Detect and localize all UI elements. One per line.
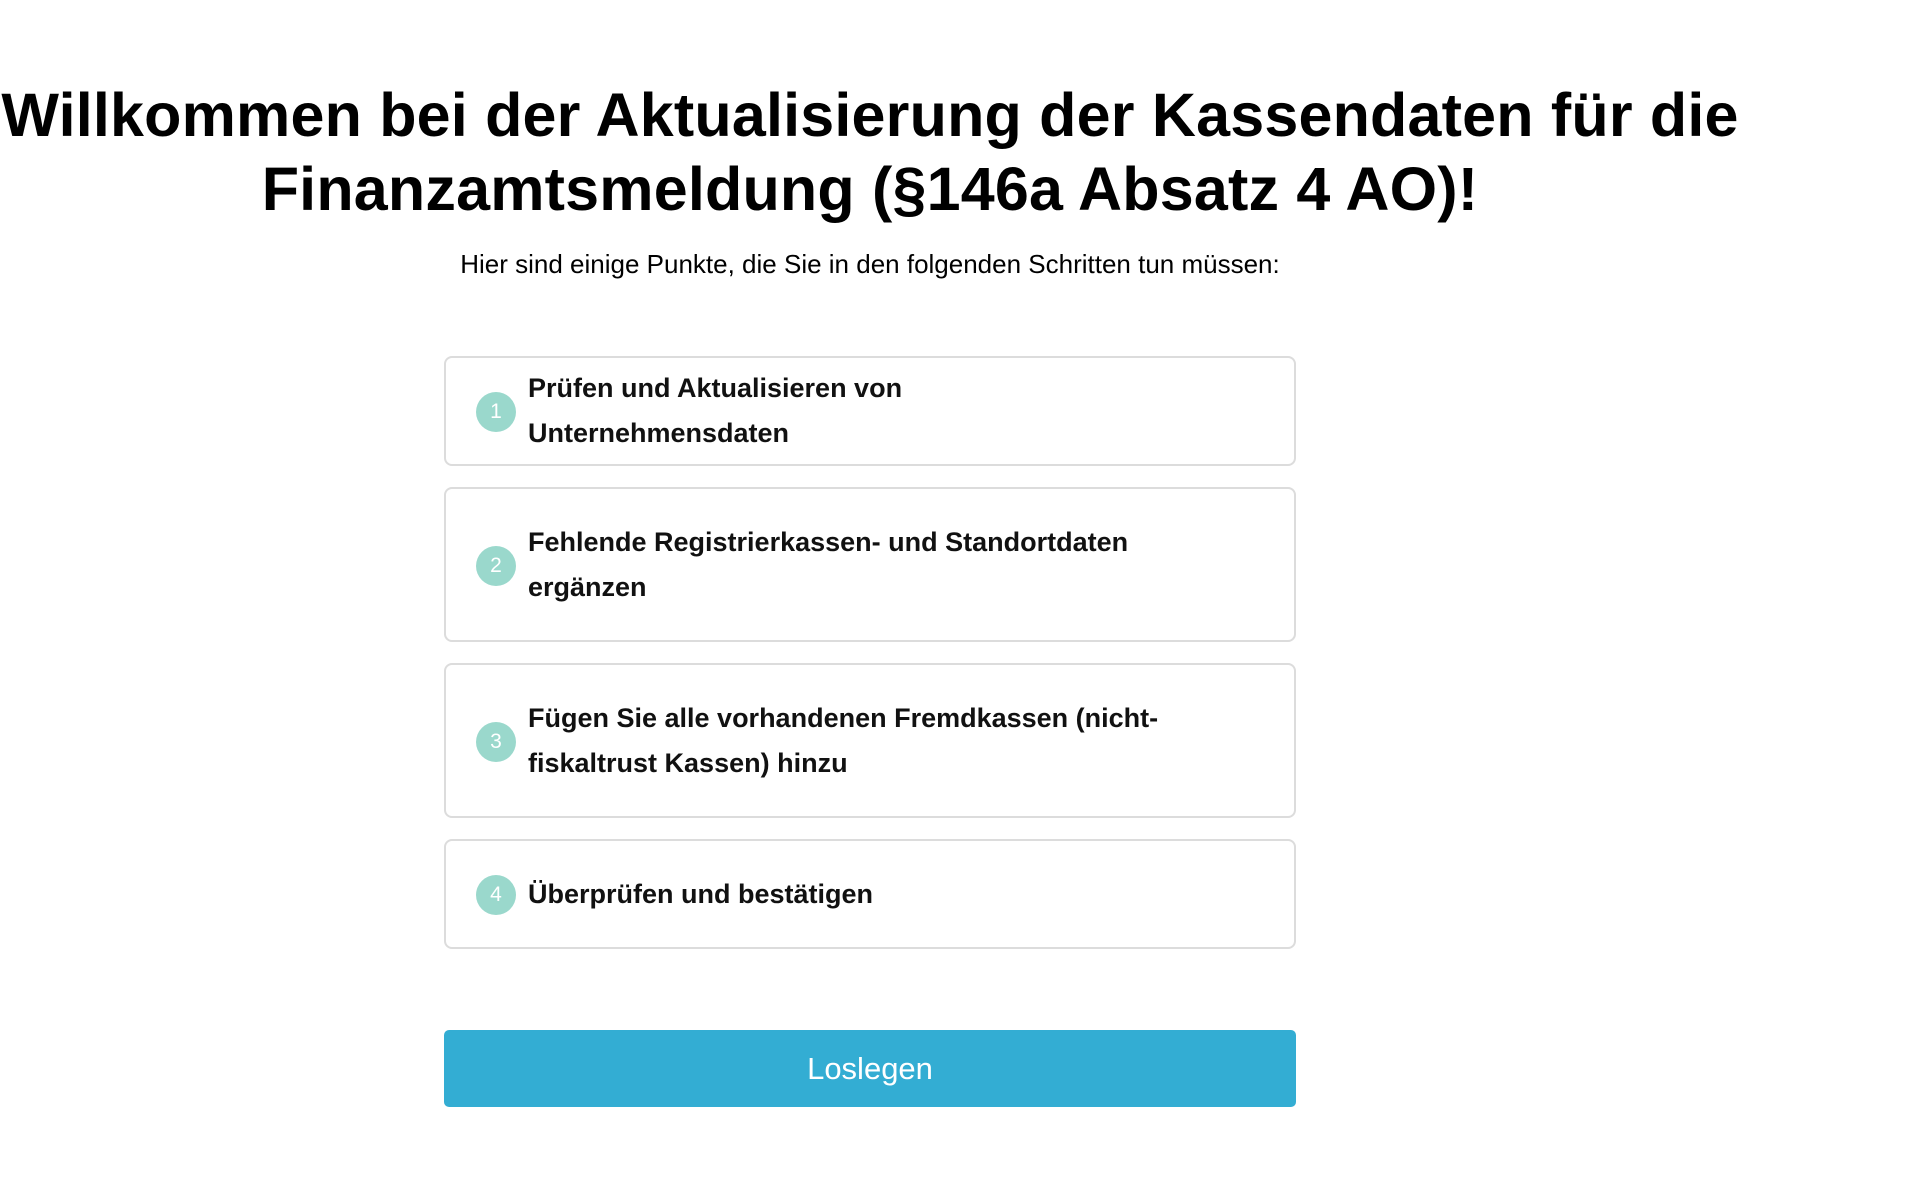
page-title-line-1: Willkommen bei der Aktualisierung der Ka… bbox=[1, 81, 1739, 149]
step-card-3: 3 Fügen Sie alle vorhandenen Fremdkassen… bbox=[444, 663, 1296, 818]
step-label: Prüfen und Aktualisieren von Unternehmen… bbox=[528, 373, 903, 448]
page-title: Willkommen bei der Aktualisierung der Ka… bbox=[0, 78, 1740, 226]
page-title-line-2: Finanzamtsmeldung (§146a Absatz 4 AO)! bbox=[261, 155, 1479, 223]
step-label: Fehlende Registrierkassen- und Standortd… bbox=[528, 526, 1129, 602]
step-label: Fügen Sie alle vorhandenen Fremdkassen (… bbox=[528, 702, 1159, 778]
step-card-1: 1 Prüfen und Aktualisieren von Unternehm… bbox=[444, 356, 1296, 466]
intro-text: Hier sind einige Punkte, die Sie in den … bbox=[460, 249, 1280, 279]
step-number-badge: 2 bbox=[476, 545, 516, 586]
step-number-badge: 4 bbox=[476, 875, 516, 915]
step-label: Überprüfen und bestätigen bbox=[528, 878, 874, 909]
steps-list: 1 Prüfen und Aktualisieren von Unternehm… bbox=[444, 356, 1296, 970]
step-card-4: 4 Überprüfen und bestätigen bbox=[444, 839, 1296, 949]
step-number-badge: 3 bbox=[476, 721, 516, 762]
step-card-2: 2 Fehlende Registrierkassen- und Standor… bbox=[444, 487, 1296, 642]
page: Willkommen bei der Aktualisierung der Ka… bbox=[0, 0, 1932, 1203]
start-button[interactable]: Loslegen bbox=[444, 1030, 1296, 1107]
step-number-badge: 1 bbox=[476, 392, 516, 432]
